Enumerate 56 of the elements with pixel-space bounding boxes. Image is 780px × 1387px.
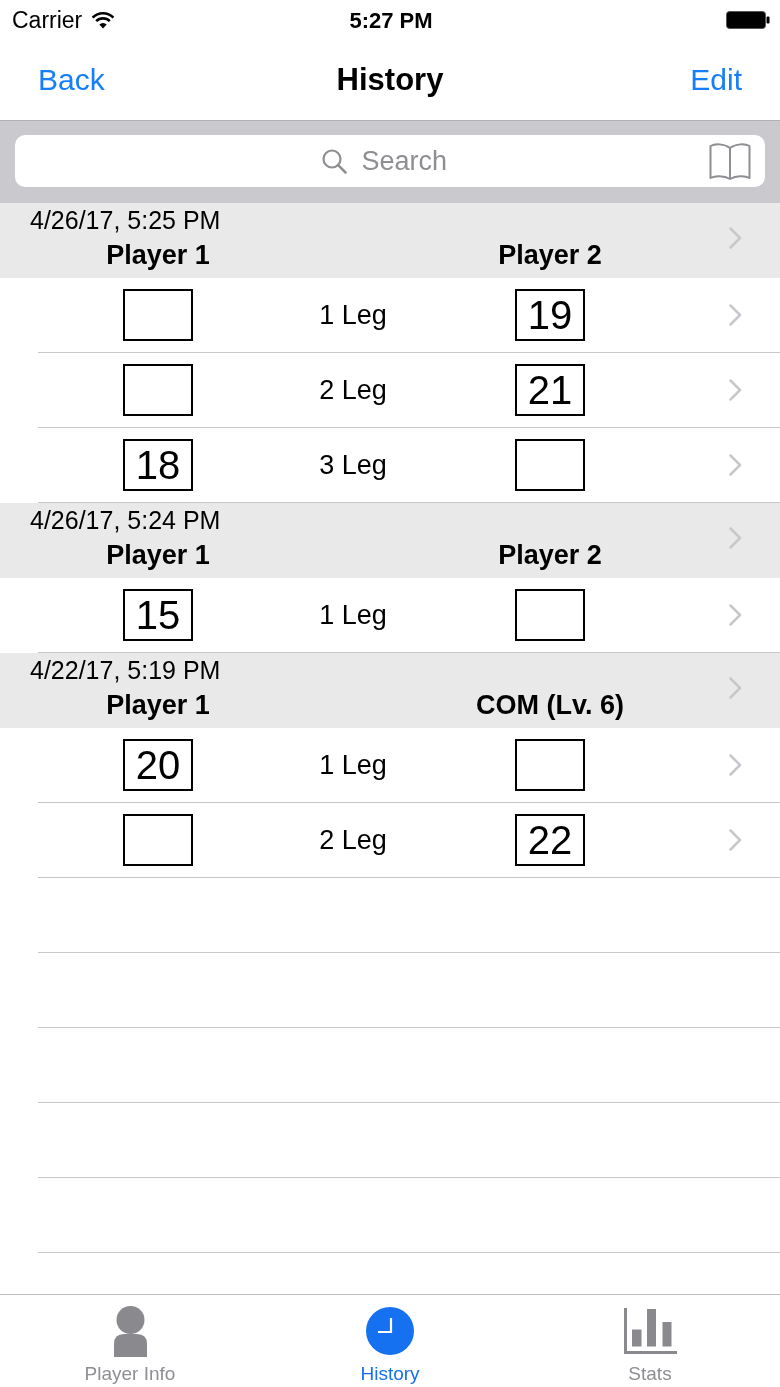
clock-icon (366, 1307, 414, 1355)
wifi-icon (91, 11, 116, 29)
search-icon (322, 148, 348, 174)
tab[interactable]: Player Info (0, 1295, 260, 1387)
section-header[interactable]: 4/26/17, 5:25 PM Player 1 Player 2 (0, 203, 780, 278)
date-label: 4/22/17, 5:19 PM (30, 656, 221, 684)
chevron-icon (729, 527, 742, 549)
edit-button[interactable]: Edit (690, 63, 742, 97)
score-box: 15 (123, 589, 193, 641)
chevron-icon (729, 227, 742, 249)
date-label: 4/26/17, 5:24 PM (30, 506, 221, 534)
score-box: 19 (515, 289, 585, 341)
tab[interactable]: Stats (520, 1295, 780, 1387)
chevron-icon (729, 754, 742, 776)
score-box (515, 589, 585, 641)
person-icon (113, 1305, 147, 1357)
chevron-icon (729, 829, 742, 851)
score-box: 18 (123, 439, 193, 491)
score-box: 22 (515, 814, 585, 866)
player-name: Player 2 (498, 240, 602, 270)
score-box (515, 739, 585, 791)
battery-icon (726, 11, 770, 29)
tab[interactable]: History (260, 1295, 520, 1387)
chevron-icon (729, 304, 742, 326)
score-box (123, 364, 193, 416)
book-icon[interactable] (709, 142, 751, 180)
search-input[interactable]: Search (361, 145, 458, 177)
player-name: COM (Lv. 6) (476, 690, 624, 720)
leg-label: 2 Leg (319, 824, 387, 856)
player-name: Player 1 (106, 540, 210, 570)
leg-label: 1 Leg (319, 599, 387, 631)
back-button[interactable]: Back (38, 63, 105, 97)
clock-time: 5:27 PM (349, 7, 433, 33)
score-box: 20 (123, 739, 193, 791)
search-field[interactable]: Search (15, 135, 765, 187)
leg-label: 1 Leg (319, 749, 387, 781)
score-box: 21 (515, 364, 585, 416)
score-box (123, 814, 193, 866)
score-box (515, 439, 585, 491)
chevron-icon (729, 379, 742, 401)
screen-title: History (336, 62, 444, 97)
date-label: 4/26/17, 5:25 PM (30, 206, 221, 234)
player-name: Player 1 (106, 240, 210, 270)
player-name: Player 2 (498, 540, 602, 570)
section-header[interactable]: 4/22/17, 5:19 PM Player 1 COM (Lv. 6) (0, 653, 780, 728)
score-box (123, 289, 193, 341)
bar-chart-icon (623, 1308, 677, 1354)
chevron-icon (729, 604, 742, 626)
chevron-icon (729, 677, 742, 699)
carrier-label: Carrier (12, 6, 83, 34)
leg-label: 1 Leg (319, 299, 387, 331)
leg-label: 3 Leg (319, 449, 387, 481)
chevron-icon (729, 454, 742, 476)
section-header[interactable]: 4/26/17, 5:24 PM Player 1 Player 2 (0, 503, 780, 578)
player-name: Player 1 (106, 690, 210, 720)
leg-label: 2 Leg (319, 374, 387, 406)
